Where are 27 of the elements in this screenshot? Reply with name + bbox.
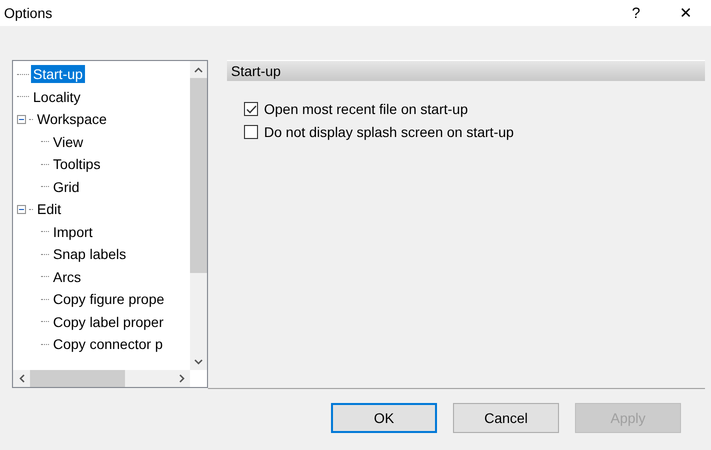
tree-item[interactable]: Start-up (31, 65, 85, 84)
tree-item[interactable]: Copy connector p (51, 335, 165, 354)
dialog-button[interactable]: OK (331, 403, 437, 433)
checkbox[interactable] (244, 125, 258, 139)
tree-item[interactable]: Copy figure prope (51, 290, 166, 308)
help-button[interactable]: ? (611, 0, 661, 26)
tree-item[interactable]: Grid (51, 178, 82, 196)
checkbox-label[interactable]: Open most recent file on start-up (264, 101, 468, 117)
tree-item[interactable]: View (51, 132, 86, 151)
tree-item[interactable]: Copy label proper (51, 312, 166, 331)
tree-item[interactable]: Snap labels (51, 245, 128, 264)
tree-item[interactable]: Arcs (51, 268, 83, 286)
checkbox[interactable] (244, 102, 258, 116)
collapse-icon[interactable] (17, 204, 26, 214)
dialog-button[interactable]: Cancel (453, 403, 559, 433)
tree-item[interactable]: Workspace (35, 110, 109, 128)
horizontal-scrollbar[interactable] (13, 370, 190, 387)
checkbox-label[interactable]: Do not display splash screen on start-up (264, 124, 514, 140)
tree-item[interactable]: Edit (35, 200, 64, 218)
tree-item[interactable]: Locality (31, 88, 82, 106)
vertical-scrollbar[interactable] (190, 61, 207, 370)
collapse-icon[interactable] (17, 114, 26, 124)
section-header: Start-up (227, 60, 705, 81)
tree-item[interactable]: Tooltips (51, 155, 102, 174)
tree-item[interactable]: Import (51, 222, 95, 241)
window-title: Options (4, 5, 54, 21)
close-button[interactable]: ✕ (661, 0, 711, 26)
